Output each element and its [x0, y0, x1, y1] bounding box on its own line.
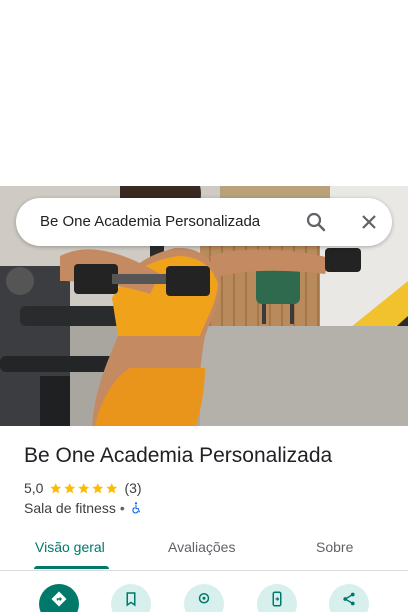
star-rating: [49, 482, 119, 495]
tab-overview[interactable]: Visão geral: [35, 539, 105, 555]
rating-value: 5,0: [24, 480, 44, 496]
place-category: Sala de fitness: [24, 500, 116, 516]
directions-icon: [51, 591, 67, 607]
directions-button[interactable]: [39, 584, 79, 612]
category-row: Sala de fitness •: [24, 499, 143, 517]
search-icon[interactable]: [304, 210, 328, 234]
map-area[interactable]: [0, 0, 408, 186]
separator: •: [119, 500, 125, 516]
nearby-button[interactable]: [184, 584, 224, 612]
star-icon: [106, 482, 118, 493]
active-tab-indicator: [34, 566, 109, 569]
rating-row[interactable]: 5,0 (3): [24, 479, 142, 497]
star-icon: [78, 482, 90, 493]
save-button[interactable]: [111, 584, 151, 612]
tab-reviews[interactable]: Avaliações: [168, 539, 235, 555]
star-icon: [64, 482, 76, 493]
star-icon: [50, 482, 62, 493]
place-title: Be One Academia Personalizada: [24, 444, 333, 467]
search-bar[interactable]: Be One Academia Personalizada: [16, 198, 392, 246]
send-to-phone-icon: [272, 591, 282, 607]
share-icon: [343, 592, 355, 606]
close-icon[interactable]: [357, 210, 381, 234]
review-count[interactable]: (3): [124, 480, 141, 496]
star-icon: [92, 482, 104, 493]
action-bar: [0, 584, 408, 612]
share-button[interactable]: [329, 584, 369, 612]
send-to-phone-button[interactable]: [257, 584, 297, 612]
nearby-icon: [198, 593, 210, 604]
bookmark-icon: [126, 592, 136, 607]
search-query[interactable]: Be One Academia Personalizada: [40, 213, 260, 230]
wheelchair-icon: [132, 502, 140, 514]
tab-bar: Visão geral Avaliações Sobre: [0, 528, 408, 571]
tab-about[interactable]: Sobre: [316, 539, 353, 555]
